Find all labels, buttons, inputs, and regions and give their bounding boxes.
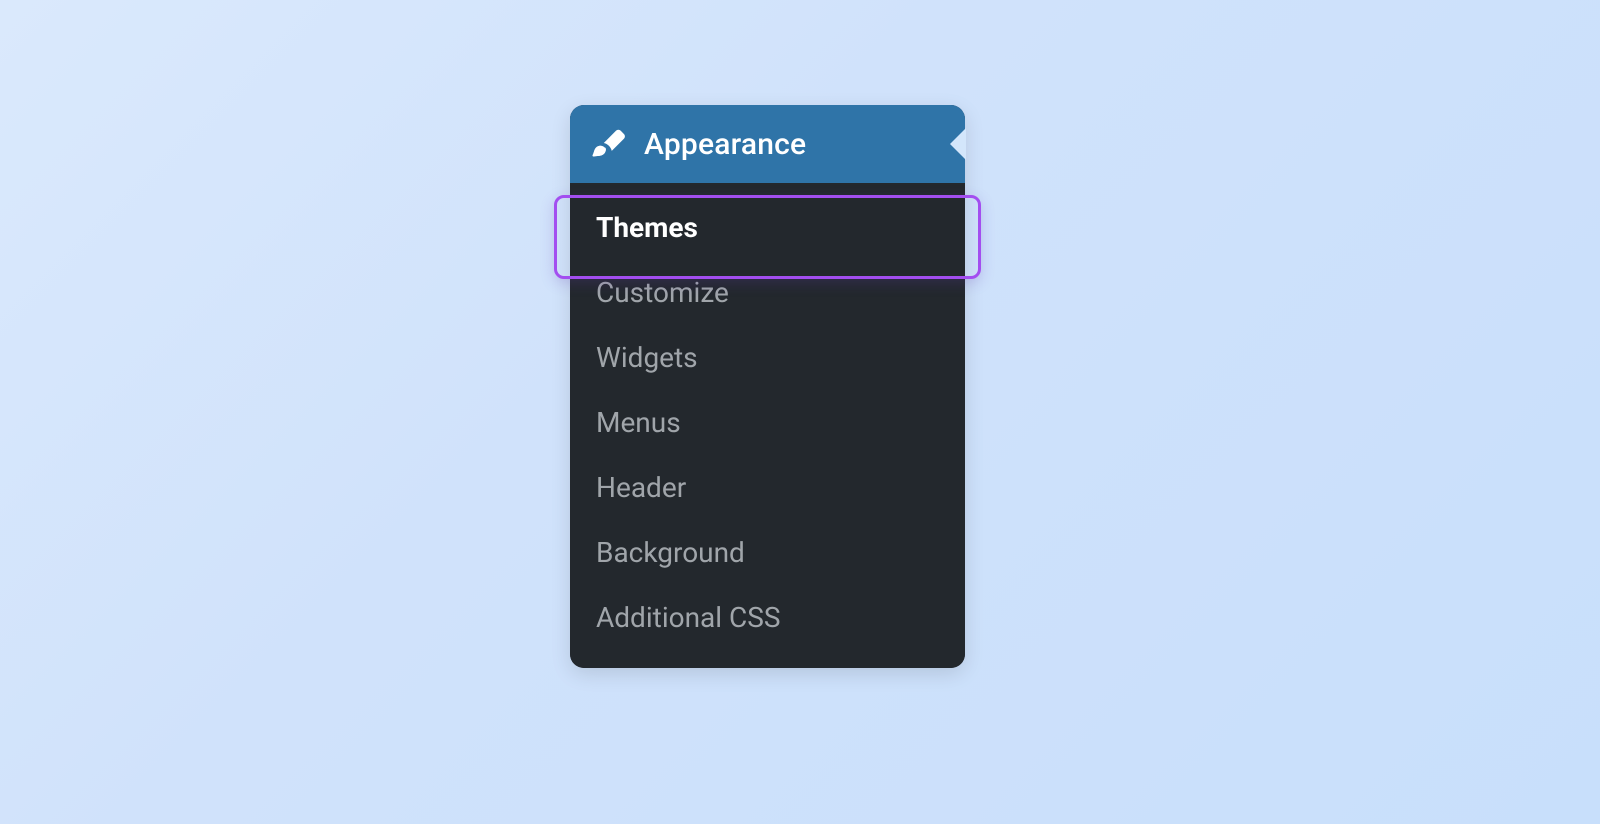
submenu-label: Themes (596, 211, 698, 244)
submenu-label: Header (596, 471, 686, 504)
submenu-label: Background (596, 536, 745, 569)
active-indicator-arrow (950, 128, 966, 160)
submenu-item-widgets[interactable]: Widgets (570, 325, 965, 390)
submenu-item-additional-css[interactable]: Additional CSS (570, 585, 965, 650)
submenu-item-customize[interactable]: Customize (570, 260, 965, 325)
menu-title: Appearance (644, 127, 806, 162)
submenu-label: Customize (596, 276, 729, 309)
submenu-item-header[interactable]: Header (570, 455, 965, 520)
submenu-item-menus[interactable]: Menus (570, 390, 965, 455)
submenu-label: Menus (596, 406, 681, 439)
appearance-menu-panel: Appearance Themes Customize Widgets Menu… (570, 105, 965, 668)
submenu-label: Widgets (596, 341, 698, 374)
appearance-submenu: Themes Customize Widgets Menus Header Ba… (570, 183, 965, 668)
paintbrush-icon (590, 126, 626, 162)
submenu-item-background[interactable]: Background (570, 520, 965, 585)
submenu-item-themes[interactable]: Themes (570, 195, 965, 260)
submenu-label: Additional CSS (596, 601, 781, 634)
menu-header-appearance[interactable]: Appearance (570, 105, 965, 183)
